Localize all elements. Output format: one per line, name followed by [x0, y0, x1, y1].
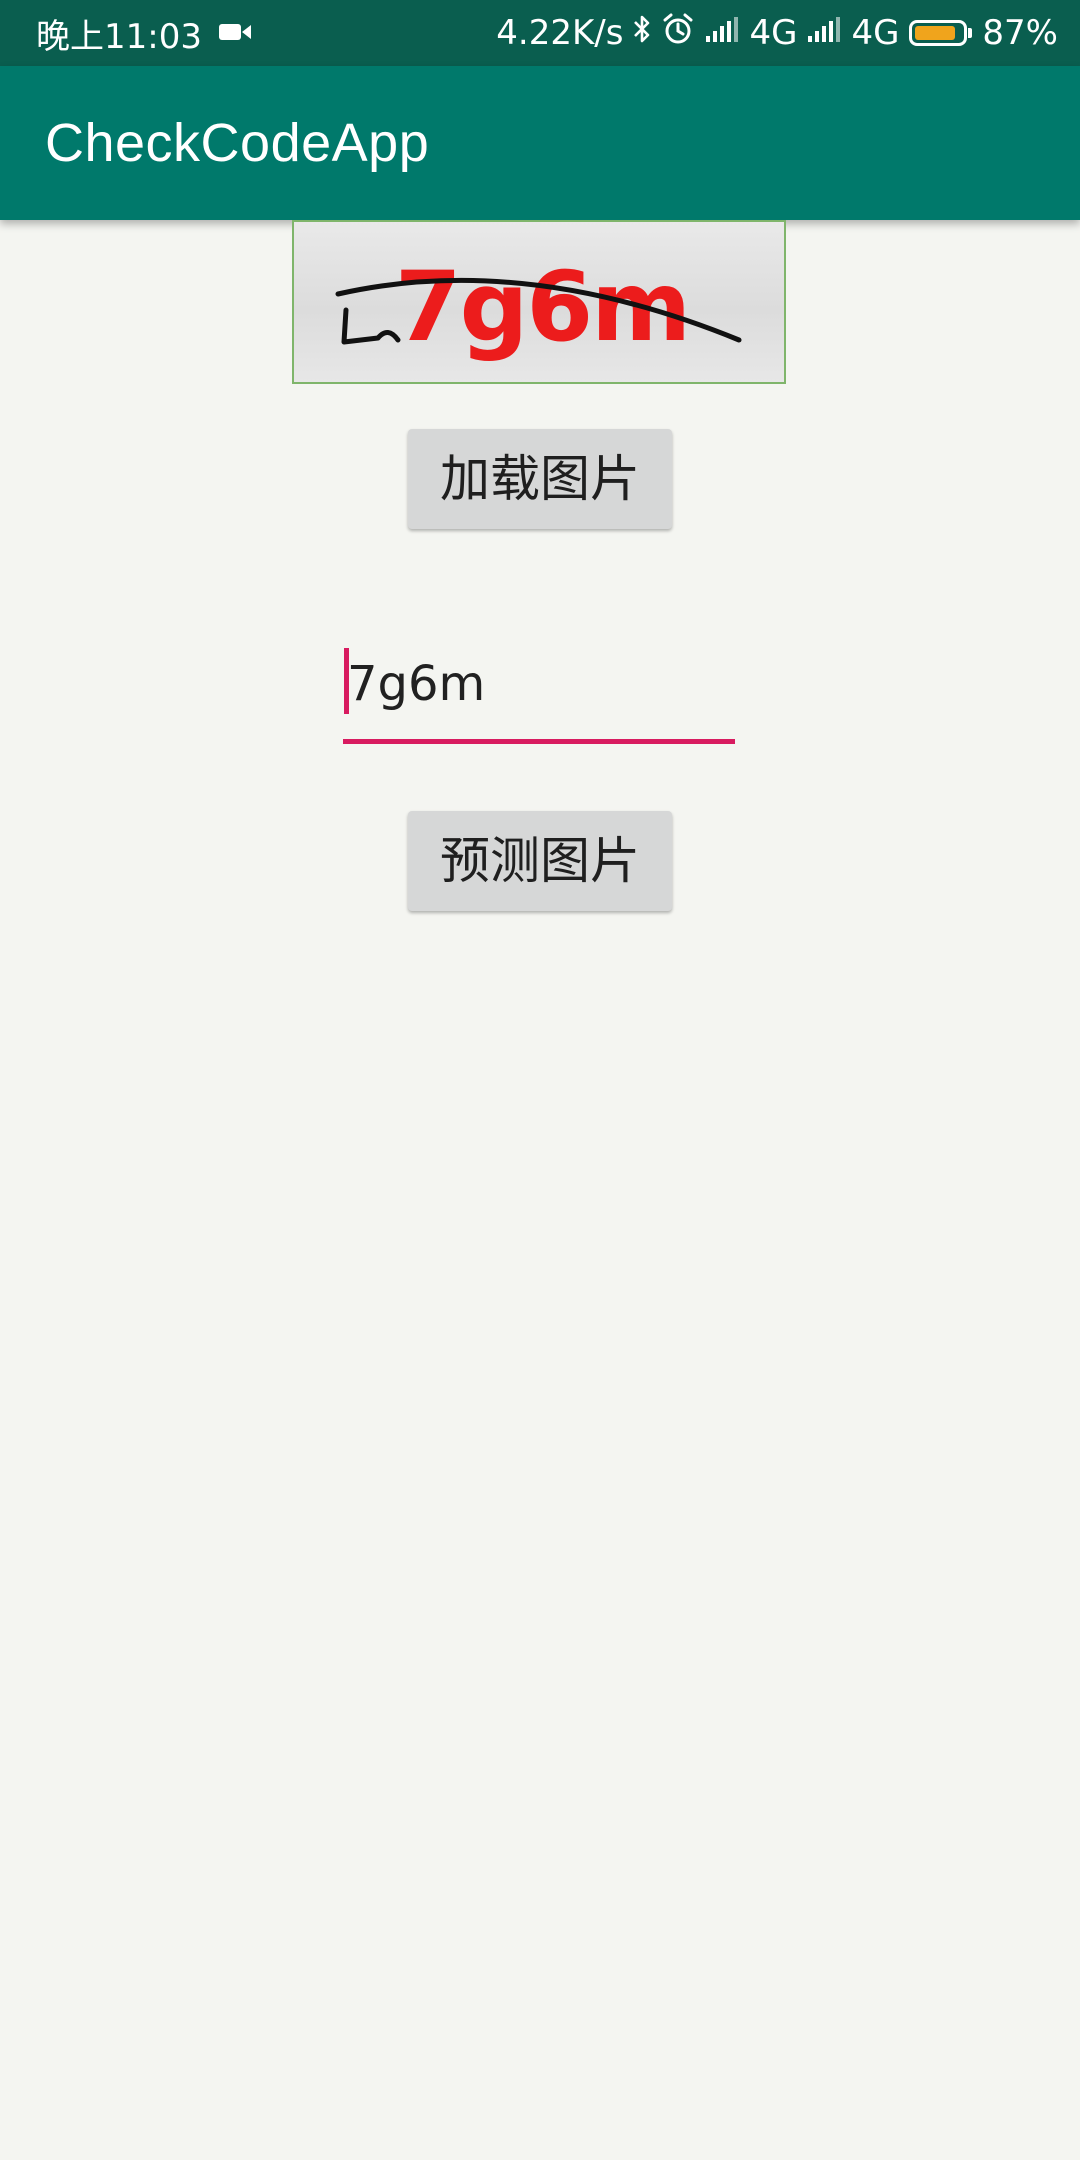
network-type-2: 4G — [851, 13, 900, 53]
signal-icon — [705, 13, 739, 53]
text-cursor — [344, 648, 349, 714]
video-camera-icon — [218, 13, 252, 53]
bluetooth-icon — [633, 13, 651, 54]
status-left: 晚上11:03 — [36, 9, 252, 58]
alarm-clock-icon — [661, 12, 695, 55]
predict-image-button[interactable]: 预测图片 — [408, 811, 672, 911]
battery-icon — [909, 20, 973, 46]
status-right: 4.22K/s 4G 4G 87% — [496, 12, 1058, 55]
code-input-wrapper — [343, 640, 735, 748]
captcha-image: 7g6m — [292, 220, 786, 384]
battery-percent: 87% — [982, 13, 1058, 53]
load-image-button[interactable]: 加载图片 — [408, 429, 672, 529]
network-type-1: 4G — [749, 13, 798, 53]
status-bar: 晚上11:03 4.22K/s 4G 4G 87% — [0, 0, 1080, 66]
status-time: 晚上11:03 — [36, 16, 202, 57]
signal-icon — [807, 13, 841, 53]
app-bar: CheckCodeApp — [0, 66, 1080, 220]
code-input[interactable] — [343, 640, 735, 744]
network-speed: 4.22K/s — [496, 13, 624, 53]
app-title: CheckCodeApp — [45, 113, 430, 173]
